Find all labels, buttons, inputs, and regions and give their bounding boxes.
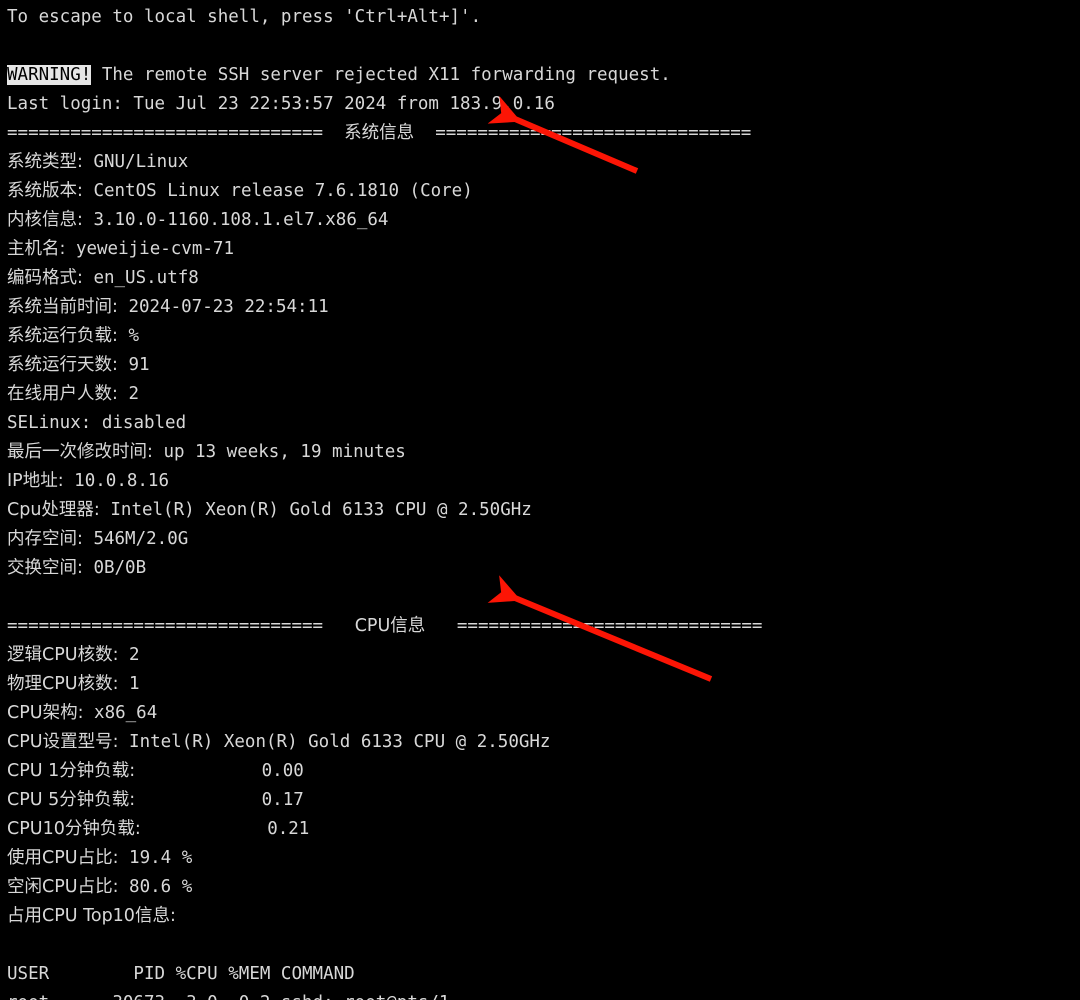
system-row-label: IP地址: [7, 471, 64, 491]
system-row-value: 0B/0B [93, 558, 147, 578]
terminal-window: To escape to local shell, press 'Ctrl+Al… [0, 0, 1080, 1000]
system-row: 主机名: yeweijie-cvm-71 [7, 235, 1080, 264]
warning-message: The remote SSH server rejected X11 forwa… [91, 65, 671, 85]
system-row: 内存空间: 546M/2.0G [7, 525, 1080, 554]
system-row-label: 系统类型: [7, 152, 83, 172]
warning-badge: WARNING! [7, 65, 92, 85]
system-row: 系统运行天数: 91 [7, 351, 1080, 380]
process-row-text: root 30673 3.0 0.2 sshd: root@pts/1 [7, 993, 450, 1000]
system-row-value: up 13 weeks, 19 minutes [163, 442, 406, 462]
system-row-value: 3.10.0-1160.108.1.el7.x86_64 [93, 210, 389, 230]
system-row-value: en_US.utf8 [93, 268, 199, 288]
system-row-value: 2 [128, 384, 139, 404]
warning-line: WARNING! The remote SSH server rejected … [7, 61, 1080, 90]
system-separator-right: ============================== [435, 123, 752, 143]
cpu-top-label: 占用CPU Top10信息: [7, 902, 1080, 931]
terminal-output: To escape to local shell, press 'Ctrl+Al… [0, 0, 1080, 1000]
system-row-label: 主机名: [7, 239, 66, 259]
cpu-row: 物理CPU核数: 1 [7, 670, 1080, 699]
cpu-load-row: CPU 1分钟负载: 0.00 [7, 757, 1080, 786]
cpu-section-header: ============================== CPU信息 ===… [7, 612, 1080, 641]
system-section-header: ============================== 系统信息 ====… [7, 119, 1080, 148]
cpu-load-label: CPU10分钟负载: [7, 819, 141, 839]
system-row: 在线用户人数: 2 [7, 380, 1080, 409]
cpu-row-value: Intel(R) Xeon(R) Gold 6133 CPU @ 2.50GHz [129, 732, 551, 752]
system-separator-left: ============================== [7, 123, 324, 143]
system-row: 系统类型: GNU/Linux [7, 148, 1080, 177]
process-table-header-text: USER PID %CPU %MEM COMMAND [7, 964, 355, 984]
system-row-value: 10.0.8.16 [74, 471, 169, 491]
table-row: root 30673 3.0 0.2 sshd: root@pts/1 [7, 989, 1080, 1000]
system-row-label: 系统运行负载: [7, 326, 118, 346]
system-row: 系统运行负载: % [7, 322, 1080, 351]
system-row-value: 2024-07-23 22:54:11 [128, 297, 329, 317]
cpu-row-value: 2 [129, 645, 140, 665]
last-login-line: Last login: Tue Jul 23 22:53:57 2024 fro… [7, 90, 1080, 119]
process-table-header: USER PID %CPU %MEM COMMAND [7, 960, 1080, 989]
cpu-load-label: CPU 1分钟负载: [7, 761, 136, 781]
cpu-load-value: 0.21 [267, 819, 310, 839]
cpu-separator-right: ============================= [456, 616, 763, 636]
system-row-value: 91 [128, 355, 150, 375]
cpu-usage-value: 19.4 % [129, 848, 193, 868]
system-row: 系统当前时间: 2024-07-23 22:54:11 [7, 293, 1080, 322]
cpu-load-value: 0.17 [261, 790, 304, 810]
cpu-separator-left: ============================== [7, 616, 324, 636]
cpu-top-label-text: 占用CPU Top10信息: [7, 906, 176, 926]
cpu-row-label: 逻辑CPU核数: [7, 645, 119, 665]
system-row-value: GNU/Linux [93, 152, 189, 172]
system-row-value: yeweijie-cvm-71 [75, 239, 234, 259]
system-row-label: 系统当前时间: [7, 297, 118, 317]
cpu-row-label: CPU设置型号: [7, 732, 119, 752]
system-row-label: 内核信息: [7, 210, 83, 230]
system-row: 最后一次修改时间: up 13 weeks, 19 minutes [7, 438, 1080, 467]
cpu-row-label: 物理CPU核数: [7, 674, 119, 694]
system-row-value: Intel(R) Xeon(R) Gold 6133 CPU @ 2.50GHz [110, 500, 532, 520]
system-row: 内核信息: 3.10.0-1160.108.1.el7.x86_64 [7, 206, 1080, 235]
cpu-load-row: CPU 5分钟负载: 0.17 [7, 786, 1080, 815]
cpu-usage-value: 80.6 % [129, 877, 193, 897]
cpu-usage-row: 使用CPU占比: 19.4 % [7, 844, 1080, 873]
system-row-label: Cpu处理器: [7, 500, 100, 520]
cpu-row: CPU架构: x86_64 [7, 699, 1080, 728]
cpu-row-value: 1 [129, 674, 140, 694]
last-login-text: Last login: Tue Jul 23 22:53:57 2024 fro… [7, 94, 555, 114]
system-row: 系统版本: CentOS Linux release 7.6.1810 (Cor… [7, 177, 1080, 206]
system-row-value: disabled [101, 413, 187, 433]
system-row: IP地址: 10.0.8.16 [7, 467, 1080, 496]
cpu-usage-label: 使用CPU占比: [7, 848, 119, 868]
cpu-load-value: 0.00 [261, 761, 304, 781]
system-section-title: 系统信息 [344, 123, 415, 143]
system-row-label: 系统运行天数: [7, 355, 118, 375]
cpu-load-row: CPU10分钟负载: 0.21 [7, 815, 1080, 844]
system-row: 编码格式: en_US.utf8 [7, 264, 1080, 293]
cpu-usage-row: 空闲CPU占比: 80.6 % [7, 873, 1080, 902]
system-row: SELinux: disabled [7, 409, 1080, 438]
system-row-value: % [128, 326, 139, 346]
cpu-row-label: CPU架构: [7, 703, 84, 723]
system-row: 交换空间: 0B/0B [7, 554, 1080, 583]
system-row-value: CentOS Linux release 7.6.1810 (Core) [93, 181, 473, 201]
cpu-usage-label: 空闲CPU占比: [7, 877, 119, 897]
cpu-row: 逻辑CPU核数: 2 [7, 641, 1080, 670]
system-row-label: 最后一次修改时间: [7, 442, 153, 462]
system-row-label: 在线用户人数: [7, 384, 118, 404]
escape-hint-line: To escape to local shell, press 'Ctrl+Al… [7, 3, 1080, 32]
system-row-label: 系统版本: [7, 181, 83, 201]
system-row-label: 交换空间: [7, 558, 83, 578]
system-row-label: SELinux: [7, 413, 92, 433]
cpu-section-title: CPU信息 [354, 616, 426, 636]
escape-hint-text: To escape to local shell, press 'Ctrl+Al… [7, 7, 482, 27]
system-row: Cpu处理器: Intel(R) Xeon(R) Gold 6133 CPU @… [7, 496, 1080, 525]
system-row-label: 编码格式: [7, 268, 83, 288]
system-row-label: 内存空间: [7, 529, 83, 549]
cpu-load-label: CPU 5分钟负载: [7, 790, 136, 810]
cpu-row: CPU设置型号: Intel(R) Xeon(R) Gold 6133 CPU … [7, 728, 1080, 757]
cpu-row-value: x86_64 [94, 703, 158, 723]
system-row-value: 546M/2.0G [93, 529, 189, 549]
